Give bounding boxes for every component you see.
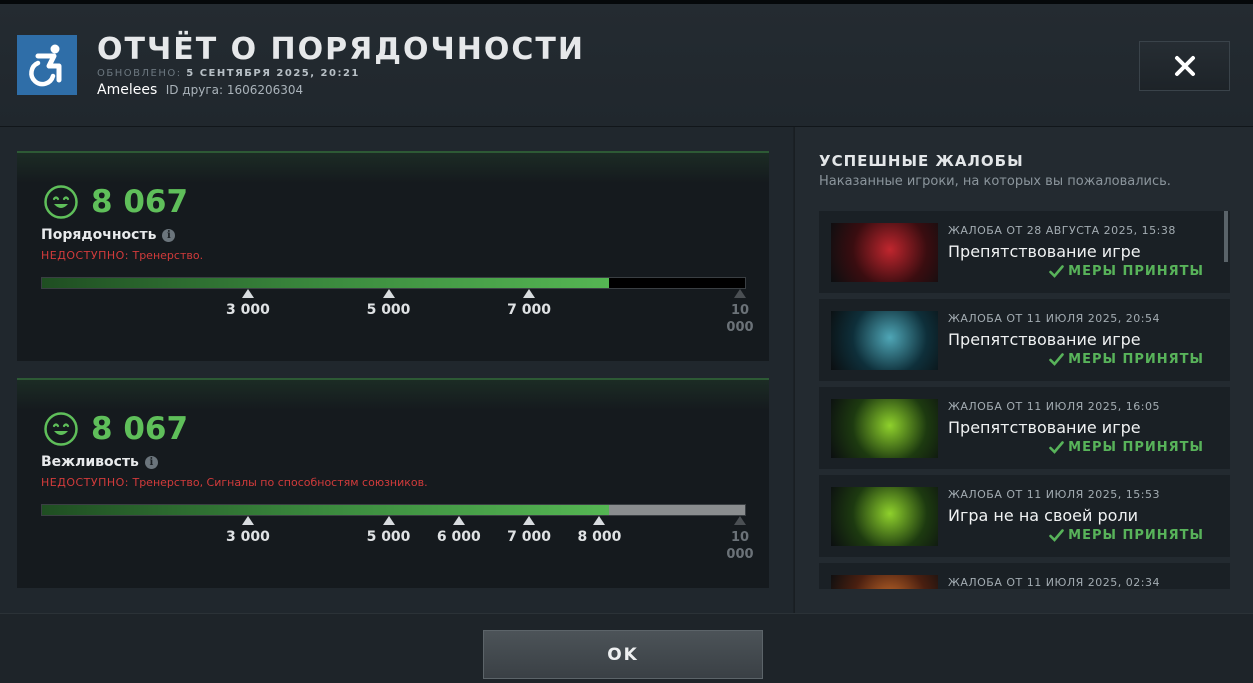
- bar-rest: [609, 278, 745, 288]
- score-value: 8 067: [91, 184, 189, 220]
- smiley-icon: [44, 412, 78, 446]
- tick-triangle: [241, 516, 254, 525]
- friend-id: ID друга: 1606206304: [165, 83, 304, 97]
- report-date: ЖАЛОБА ОТ 11 ИЮЛЯ 2025, 15:53: [948, 488, 1160, 501]
- unavailable-label: НЕДОСТУПНО:: [41, 249, 129, 262]
- score-row: 8 067: [43, 184, 188, 220]
- tick-triangle: [523, 516, 536, 525]
- info-icon[interactable]: i: [162, 228, 176, 242]
- report-status-text: МЕРЫ ПРИНЯТЫ: [1068, 352, 1204, 367]
- report-reason: Препятствование игре: [948, 418, 1141, 437]
- reports-pane: УСПЕШНЫЕ ЖАЛОБЫ Наказанные игроки, на ко…: [794, 127, 1253, 613]
- report-date: ЖАЛОБА ОТ 11 ИЮЛЯ 2025, 02:34: [948, 576, 1160, 589]
- checkmark-icon: [1049, 353, 1064, 366]
- ok-button[interactable]: OK: [483, 630, 763, 679]
- metric-label: Порядочность i: [41, 227, 176, 243]
- score-bar: [41, 504, 746, 516]
- scrollbar-thumb[interactable]: [1224, 211, 1228, 262]
- bar-rest: [609, 505, 745, 515]
- updated-label: ОБНОВЛЕНО:: [97, 68, 182, 79]
- tick-label: 10 000: [726, 303, 754, 335]
- metric-label: Вежливость i: [41, 454, 158, 470]
- report-item[interactable]: ЖАЛОБА ОТ 28 АВГУСТА 2025, 15:38 Препятст…: [819, 211, 1230, 293]
- report-status-text: МЕРЫ ПРИНЯТЫ: [1068, 528, 1204, 543]
- hero-portrait: [831, 311, 938, 370]
- conduct-logo: [17, 35, 77, 95]
- score-value: 8 067: [91, 411, 189, 447]
- card-shade: [17, 380, 769, 410]
- card-shade: [17, 153, 769, 183]
- report-status-text: МЕРЫ ПРИНЯТЫ: [1068, 264, 1204, 279]
- conduct-card: 8 067 Порядочность i НЕДОСТУПНО: Тренерс…: [17, 151, 769, 361]
- header: ОТЧЁТ О ПОРЯДОЧНОСТИ ОБНОВЛЕНО: 5 СЕНТЯБ…: [0, 4, 1253, 127]
- score-bar: [41, 277, 746, 289]
- tick-label: 6 000: [436, 529, 481, 545]
- hero-portrait: [831, 575, 938, 589]
- tick-label: 8 000: [577, 529, 622, 545]
- tick-label: 3 000: [225, 529, 270, 545]
- player-name: Amelees: [97, 82, 158, 98]
- reports-subtitle: Наказанные игроки, на которых вы пожалов…: [819, 174, 1171, 189]
- tick-triangle: [734, 289, 746, 298]
- score-row: 8 067: [43, 411, 188, 447]
- tick-triangle: [452, 516, 465, 525]
- report-reason: Игра не на своей роли: [948, 506, 1139, 525]
- close-button[interactable]: [1139, 41, 1230, 91]
- checkmark-icon: [1049, 529, 1064, 542]
- footer: OK: [0, 613, 1253, 683]
- report-status: МЕРЫ ПРИНЯТЫ: [1049, 440, 1204, 455]
- bar-fill: [42, 278, 610, 288]
- report-item[interactable]: ЖАЛОБА ОТ 11 ИЮЛЯ 2025, 15:53 Игра не на …: [819, 475, 1230, 557]
- unavailable-text: Тренерство.: [132, 249, 204, 262]
- updated-line: ОБНОВЛЕНО: 5 СЕНТЯБРЯ 2025, 20:21: [97, 68, 360, 79]
- wheelchair-icon: [29, 44, 62, 87]
- tick-label: 3 000: [225, 302, 270, 318]
- unavailable-text: Тренерство, Сигналы по способностям союз…: [132, 476, 428, 489]
- tick-triangle: [523, 289, 536, 298]
- report-date: ЖАЛОБА ОТ 11 ИЮЛЯ 2025, 16:05: [948, 400, 1160, 413]
- unavailable-line: НЕДОСТУПНО: Тренерство.: [41, 249, 203, 262]
- info-icon[interactable]: i: [144, 455, 158, 469]
- metric-name: Порядочность: [41, 227, 157, 243]
- tick-triangle: [593, 516, 606, 525]
- tick-triangle: [241, 289, 254, 298]
- scores-pane: 8 067 Порядочность i НЕДОСТУПНО: Тренерс…: [0, 127, 793, 613]
- report-reason: Препятствование игре: [948, 330, 1141, 349]
- reports-title: УСПЕШНЫЕ ЖАЛОБЫ: [819, 152, 1024, 170]
- hero-portrait: [831, 487, 938, 546]
- bar-fill: [42, 505, 610, 515]
- checkmark-icon: [1049, 441, 1064, 454]
- tick-triangle: [382, 289, 395, 298]
- report-status: МЕРЫ ПРИНЯТЫ: [1049, 264, 1204, 279]
- hero-portrait: [831, 399, 938, 458]
- report-status: МЕРЫ ПРИНЯТЫ: [1049, 352, 1204, 367]
- tick-triangle: [382, 516, 395, 525]
- close-icon: [1174, 56, 1195, 76]
- unavailable-line: НЕДОСТУПНО: Тренерство, Сигналы по спосо…: [41, 476, 428, 489]
- page-title: ОТЧЁТ О ПОРЯДОЧНОСТИ: [97, 32, 585, 67]
- metric-name: Вежливость: [41, 454, 139, 470]
- tick-triangle: [734, 516, 746, 525]
- tick-label: 10 000: [726, 530, 754, 562]
- tick-label: 5 000: [366, 529, 411, 545]
- tick-label: 5 000: [366, 302, 411, 318]
- report-status-text: МЕРЫ ПРИНЯТЫ: [1068, 440, 1204, 455]
- report-status: МЕРЫ ПРИНЯТЫ: [1049, 528, 1204, 543]
- report-date: ЖАЛОБА ОТ 11 ИЮЛЯ 2025, 20:54: [948, 312, 1160, 325]
- player-info: Amelees ID друга: 1606206304: [97, 82, 303, 98]
- behavior-card: 8 067 Вежливость i НЕДОСТУПНО: Тренерств…: [17, 378, 769, 588]
- report-date: ЖАЛОБА ОТ 28 АВГУСТА 2025, 15:38: [948, 224, 1176, 237]
- reports-list[interactable]: ЖАЛОБА ОТ 28 АВГУСТА 2025, 15:38 Препятст…: [819, 211, 1230, 589]
- tick-label: 7 000: [507, 302, 552, 318]
- checkmark-icon: [1049, 265, 1064, 278]
- report-item[interactable]: ЖАЛОБА ОТ 11 ИЮЛЯ 2025, 20:54 Препятствов…: [819, 299, 1230, 381]
- report-reason: Препятствование игре: [948, 242, 1141, 261]
- tick-label: 7 000: [507, 529, 552, 545]
- smiley-icon: [44, 185, 78, 219]
- report-item[interactable]: ЖАЛОБА ОТ 11 ИЮЛЯ 2025, 02:34: [819, 563, 1230, 589]
- hero-portrait: [831, 223, 938, 282]
- report-item[interactable]: ЖАЛОБА ОТ 11 ИЮЛЯ 2025, 16:05 Препятствов…: [819, 387, 1230, 469]
- updated-value: 5 СЕНТЯБРЯ 2025, 20:21: [186, 68, 360, 79]
- unavailable-label: НЕДОСТУПНО:: [41, 476, 129, 489]
